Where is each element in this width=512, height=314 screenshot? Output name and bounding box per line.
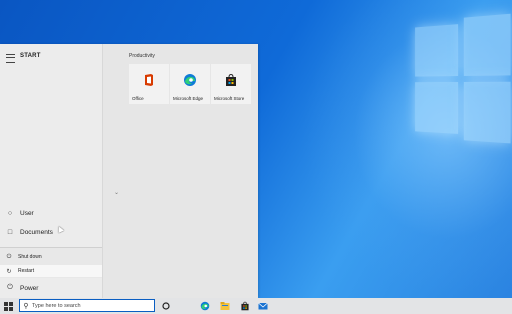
rail-item-label: Power <box>20 284 39 292</box>
tile-label: Microsoft Edge <box>173 96 204 101</box>
rail-item-documents[interactable]: □ Documents <box>0 224 102 240</box>
start-title: START <box>20 53 41 59</box>
search-placeholder: Type here to search <box>32 302 81 309</box>
tile-label: Microsoft Store <box>214 96 245 101</box>
edge-icon[interactable] <box>200 301 210 311</box>
user-icon: ○ <box>7 209 13 217</box>
shut-down-option[interactable]: ⏻ Shut down <box>0 251 102 263</box>
edge-icon <box>184 74 196 86</box>
rail-item-power[interactable]: ⏻ Power <box>0 280 102 296</box>
tile-group-label: Productivity <box>129 53 155 59</box>
restart-icon: ↻ <box>6 268 12 275</box>
restart-option[interactable]: ↻ Restart <box>0 265 102 277</box>
rail-item-label: User <box>20 209 34 217</box>
store-icon <box>226 73 236 86</box>
rail-item-user[interactable]: ○ User <box>0 205 102 221</box>
tile-office[interactable]: Office <box>129 64 169 104</box>
tile-label: Office <box>132 96 144 101</box>
mail-icon[interactable] <box>258 301 268 311</box>
tile-microsoft-store[interactable]: Microsoft Store <box>211 64 251 104</box>
office-icon <box>145 74 153 86</box>
taskbar-search-box[interactable]: ⚲ Type here to search <box>19 299 155 312</box>
power-icon: ⏻ <box>6 253 12 260</box>
power-icon: ⏻ <box>7 284 13 291</box>
chevron-down-icon[interactable]: ⌄ <box>114 189 119 196</box>
windows-wallpaper-logo <box>415 12 511 161</box>
search-icon: ⚲ <box>23 302 29 310</box>
start-button[interactable] <box>4 302 13 311</box>
tile-microsoft-edge[interactable]: Microsoft Edge <box>170 64 210 104</box>
file-explorer-icon[interactable] <box>220 301 230 311</box>
flyout-label: Shut down <box>18 254 42 260</box>
task-view-icon[interactable] <box>161 301 171 311</box>
taskbar: ⚲ Type here to search <box>0 298 512 314</box>
power-flyout: ⏻ Shut down ↻ Restart <box>0 247 102 278</box>
flyout-label: Restart <box>18 268 35 274</box>
document-icon: □ <box>7 228 13 236</box>
store-icon[interactable] <box>240 301 250 311</box>
start-rail: START ○ User □ Documents ⏻ Shut down ↻ R… <box>0 44 103 298</box>
hamburger-menu-icon[interactable] <box>6 54 15 63</box>
rail-item-label: Documents <box>20 228 53 236</box>
